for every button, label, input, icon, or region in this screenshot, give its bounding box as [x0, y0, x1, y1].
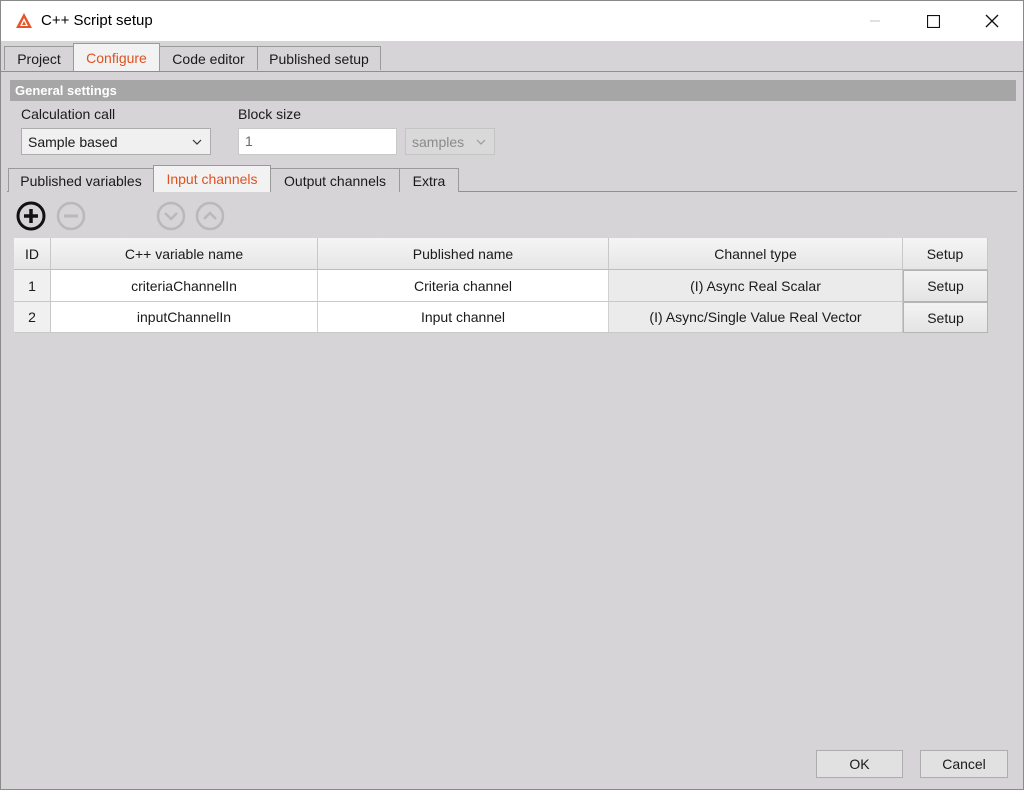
add-icon[interactable]: [16, 201, 46, 231]
maximize-icon: [926, 14, 940, 28]
channel-type-cell[interactable]: (I) Async Real Scalar: [609, 270, 903, 302]
subtab-extra[interactable]: Extra: [399, 168, 459, 192]
subtab-label: Published variables: [20, 172, 142, 189]
app-logo-icon: [16, 13, 32, 28]
tab-configure[interactable]: Configure: [73, 43, 160, 71]
cancel-button[interactable]: Cancel: [920, 750, 1008, 778]
calculation-call-select[interactable]: Sample based: [21, 128, 211, 155]
subtab-published-variables[interactable]: Published variables: [8, 168, 154, 192]
variable-name-cell[interactable]: criteriaChannelIn: [51, 270, 318, 302]
remove-icon[interactable]: [56, 201, 86, 231]
variable-name-cell[interactable]: inputChannelIn: [51, 302, 318, 333]
row-id: 1: [14, 270, 51, 302]
general-settings-header: General settings: [10, 80, 1016, 101]
close-button[interactable]: [963, 1, 1021, 41]
column-header-variable-name: C++ variable name: [51, 238, 318, 270]
tab-code-editor[interactable]: Code editor: [159, 46, 258, 70]
block-unit-value: samples: [412, 133, 465, 150]
tab-label: Published setup: [269, 50, 369, 67]
column-header-published-name: Published name: [318, 238, 609, 270]
tab-label: Code editor: [172, 50, 245, 67]
block-unit-select: samples: [405, 128, 495, 155]
setup-button[interactable]: Setup: [903, 302, 988, 333]
row-id: 2: [14, 302, 51, 333]
tab-label: Configure: [86, 49, 147, 66]
published-name-cell[interactable]: Criteria channel: [318, 270, 609, 302]
subtab-label: Output channels: [284, 172, 386, 189]
chevron-down-icon: [476, 139, 486, 145]
chevron-down-icon: [192, 139, 202, 145]
close-icon: [985, 14, 999, 28]
block-size-input[interactable]: 1: [238, 128, 397, 155]
move-down-icon[interactable]: [156, 201, 186, 231]
tab-published-setup[interactable]: Published setup: [257, 46, 381, 70]
column-header-id: ID: [14, 238, 51, 270]
calculation-call-value: Sample based: [28, 133, 118, 150]
window-title: C++ Script setup: [41, 12, 153, 29]
channel-type-cell[interactable]: (I) Async/Single Value Real Vector: [609, 302, 903, 333]
subtab-label: Input channels: [166, 171, 258, 187]
dialog-window: C++ Script setup Project Configure Code …: [0, 0, 1024, 790]
subtab-output-channels[interactable]: Output channels: [270, 168, 400, 192]
subtab-label: Extra: [412, 172, 446, 189]
tab-project[interactable]: Project: [4, 46, 74, 70]
tab-label: Project: [17, 50, 61, 67]
column-header-setup: Setup: [903, 238, 988, 270]
setup-button[interactable]: Setup: [903, 270, 988, 302]
move-up-icon[interactable]: [195, 201, 225, 231]
minimize-icon: [870, 20, 880, 22]
calculation-call-label: Calculation call: [21, 106, 116, 122]
column-header-channel-type: Channel type: [609, 238, 903, 270]
ok-button[interactable]: OK: [816, 750, 903, 778]
maximize-button[interactable]: [904, 1, 962, 41]
block-size-label: Block size: [238, 106, 302, 122]
minimize-button[interactable]: [846, 1, 904, 41]
published-name-cell[interactable]: Input channel: [318, 302, 609, 333]
title-bar: C++ Script setup: [1, 1, 1023, 41]
subtab-input-channels[interactable]: Input channels: [153, 165, 271, 192]
